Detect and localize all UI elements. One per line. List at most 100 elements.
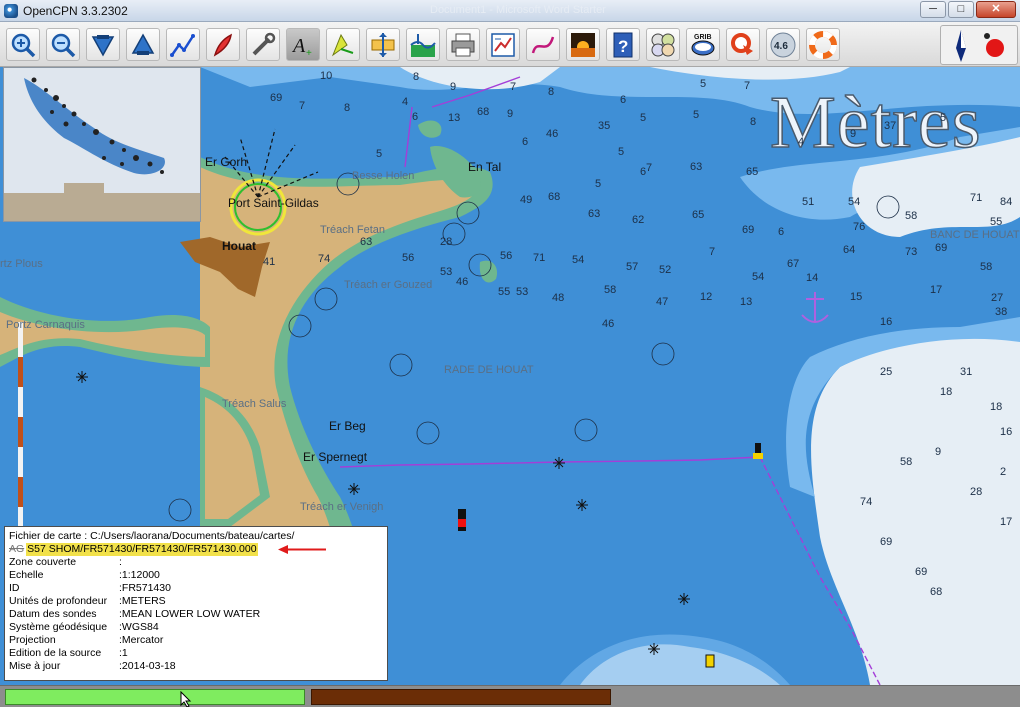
overview-inset[interactable] — [3, 67, 201, 222]
create-route-button[interactable] — [166, 28, 200, 61]
depth-sounding: 58 — [905, 210, 918, 222]
man-overboard-button[interactable] — [726, 28, 760, 61]
scale-down-button[interactable] — [86, 28, 120, 61]
place-portz-plous: rtz Plous — [0, 258, 43, 270]
mouse-cursor-icon — [180, 691, 192, 707]
depth-sounding: 2 — [1000, 466, 1007, 478]
chart-info-value: WGS84 — [121, 621, 159, 633]
chart-info-label: Zone couverte — [9, 556, 77, 568]
depth-sounding: 54 — [752, 271, 765, 283]
depth-sounding: 54 — [572, 254, 585, 266]
depth-sounding: 55 — [990, 216, 1003, 228]
depth-sounding: 28 — [970, 486, 983, 498]
opencpn-window: OpenCPN 3.3.2302 Document1 - Microsoft W… — [0, 0, 1020, 707]
track-button[interactable] — [526, 28, 560, 61]
print-button[interactable] — [446, 28, 480, 61]
status-progress-brown — [311, 689, 611, 705]
scale-down-icon — [91, 34, 115, 57]
depth-sounding: 16 — [880, 316, 893, 328]
print-icon — [451, 33, 475, 56]
depth-sounding: 74 — [318, 253, 331, 265]
chart-info-label: Système géodésique — [9, 621, 108, 633]
depth-sounding: 9 — [450, 81, 457, 93]
lifebuoy-icon — [809, 30, 837, 59]
depth-sounding: 65 — [692, 209, 705, 221]
route-manager-icon — [491, 32, 515, 57]
depth-sounding: 49 — [520, 194, 533, 206]
svg-text:A: A — [291, 35, 306, 57]
depth-sounding: 12 — [700, 291, 713, 303]
maximize-button[interactable]: □ — [948, 1, 974, 18]
depth-sounding: 10 — [320, 70, 333, 82]
light-icon — [705, 654, 715, 668]
depth-sounding: 48 — [552, 292, 565, 304]
depth-sounding: 67 — [787, 258, 800, 270]
chart-prefix: AG — [9, 543, 25, 555]
compass-icon[interactable] — [941, 26, 1019, 66]
depth-sounding: 27 — [991, 292, 1004, 304]
chart-info-label: ID — [9, 582, 20, 594]
lifebuoy-button[interactable] — [806, 28, 840, 61]
depth-sounding: 9 — [850, 128, 857, 140]
text-toggle-button[interactable]: A + — [286, 28, 320, 61]
follow-ship-icon — [213, 33, 232, 57]
grib-button[interactable]: GRIB — [686, 28, 720, 61]
chart-info-label: Unités de profondeur — [9, 595, 108, 607]
scale-up-button[interactable] — [126, 28, 160, 61]
depth-sounding: 65 — [746, 166, 759, 178]
depth-sounding: 37 — [884, 120, 897, 132]
chart-canvas[interactable]: Mètres Er Gorh Port Saint-Gildas Houat E… — [0, 67, 1020, 685]
route-icon — [170, 33, 195, 57]
depth-button[interactable] — [406, 28, 440, 61]
settings-icon — [252, 32, 276, 55]
help-button[interactable]: ? — [606, 28, 640, 61]
annotation-arrow-icon — [277, 545, 326, 554]
depth-sounding: 73 — [905, 246, 918, 258]
chart-info-value: MEAN LOWER LOW WATER — [121, 608, 261, 620]
depth-sounding: 64 — [843, 244, 856, 256]
depth-sounding: 55 — [498, 286, 511, 298]
depth-sounding: 46 — [602, 318, 615, 330]
version-badge-button[interactable]: 4.6 — [766, 28, 800, 61]
chart-info-row: Echelle: 1:12000 — [9, 569, 383, 582]
zoom-in-icon — [11, 33, 36, 57]
depth-sounding: 17 — [930, 284, 943, 296]
depth-sounding: 46 — [456, 276, 469, 288]
depth-sounding: 38 — [995, 306, 1008, 318]
chart-info-label: Datum des sondes — [9, 608, 97, 620]
place-er-beg: Er Beg — [329, 419, 366, 433]
depth-sounding: 47 — [656, 296, 669, 308]
depth-sounding: 46 — [546, 128, 559, 140]
current-button[interactable] — [326, 28, 360, 61]
place-banc-de-houat: BANC DE HOUAT — [930, 229, 1020, 241]
chart-info-row: Mise à jour: 2014-03-18 — [9, 660, 383, 673]
depth-sounding: 8 — [548, 86, 555, 98]
tide-button[interactable] — [366, 28, 400, 61]
dashboard-button[interactable] — [646, 28, 680, 61]
depth-sounding: 56 — [500, 250, 513, 262]
depth-sounding: 14 — [806, 272, 819, 284]
svg-text:?: ? — [618, 37, 628, 56]
depth-sounding: 69 — [742, 224, 755, 236]
track-icon — [531, 36, 555, 53]
grib-icon: GRIB — [691, 34, 715, 55]
zoom-out-button[interactable] — [46, 28, 80, 61]
chart-info-value: 1 — [121, 647, 128, 659]
follow-ship-button[interactable] — [206, 28, 240, 61]
chart-info-separator: : — [119, 556, 122, 568]
depth-sounding: 5 — [618, 146, 625, 158]
place-treach-er-gouzed: Tréach er Gouzed — [344, 279, 433, 291]
settings-button[interactable] — [246, 28, 280, 61]
chart-info-row: Unités de profondeur: METERS — [9, 595, 383, 608]
depth-sounding: 53 — [440, 266, 453, 278]
zoom-in-button[interactable] — [6, 28, 40, 61]
minimize-button[interactable]: ─ — [920, 1, 946, 18]
depth-sounding: 18 — [990, 401, 1003, 413]
scale-up-icon — [131, 32, 155, 55]
close-button[interactable]: ✕ — [976, 1, 1016, 18]
route-manager-button[interactable] — [486, 28, 520, 61]
text-icon: A + — [291, 35, 312, 59]
chart-file-name-row: AG S57 SHOM/FR571430/FR571430/FR571430.0… — [9, 543, 383, 556]
depth-sounding: 4 — [402, 96, 409, 108]
color-scheme-button[interactable] — [566, 28, 600, 61]
